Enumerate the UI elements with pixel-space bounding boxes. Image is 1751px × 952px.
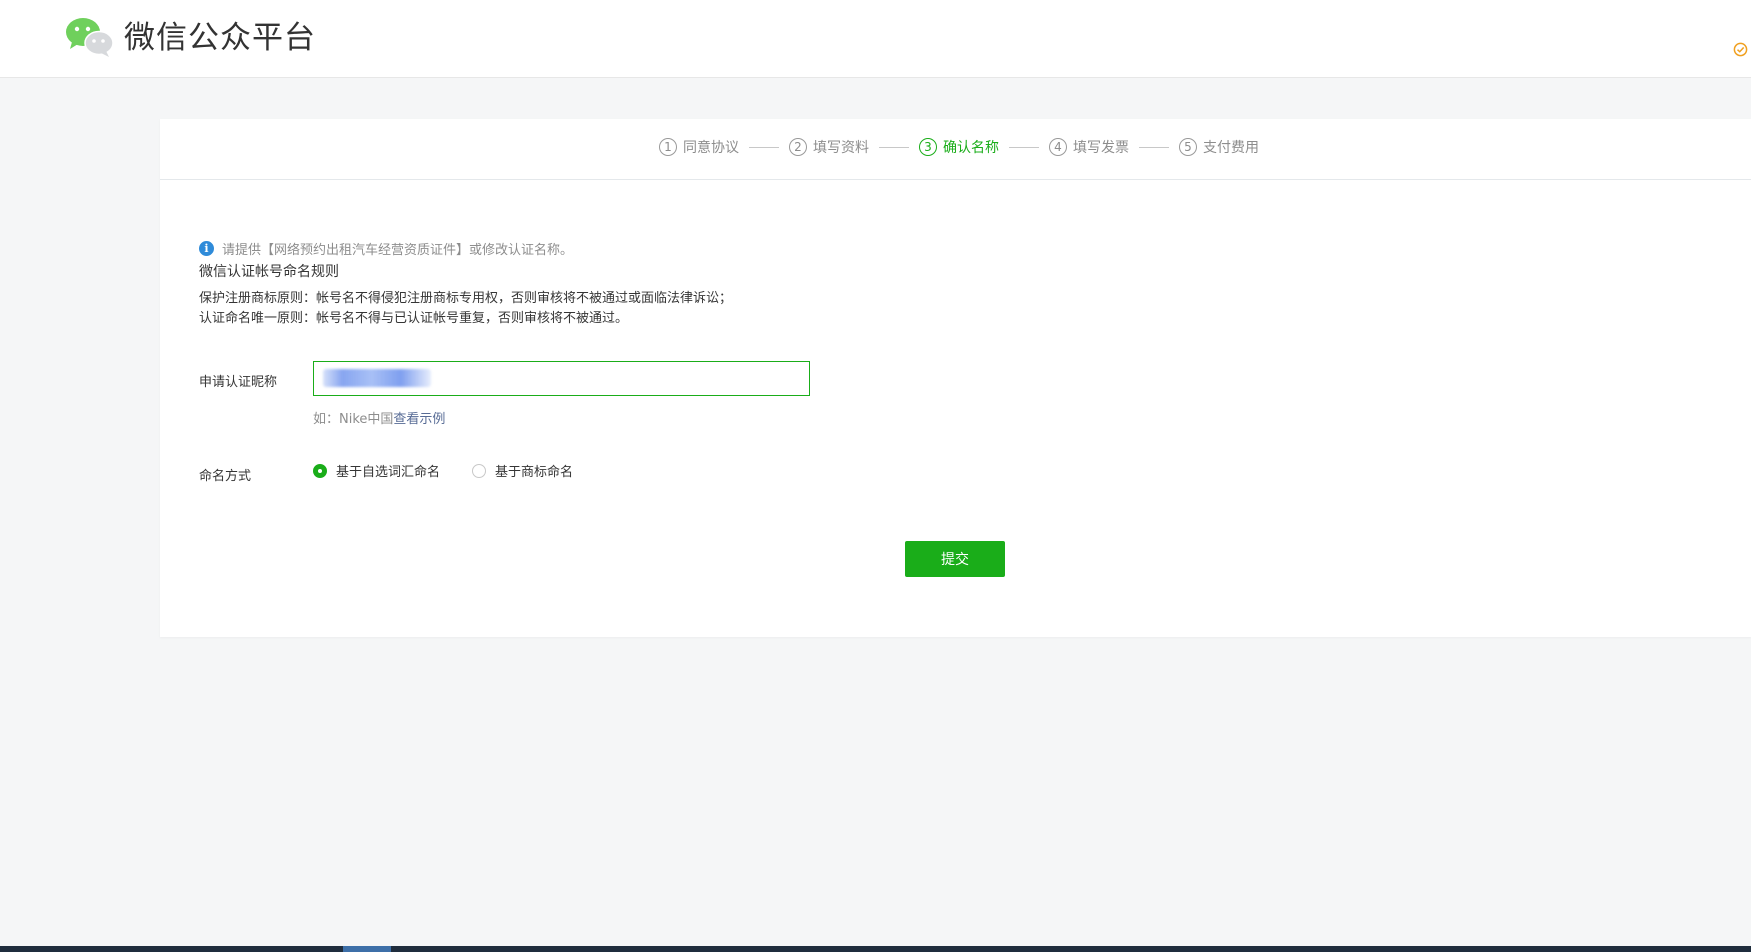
brand-title[interactable]: 微信公众平台 — [124, 19, 316, 57]
step-connector — [749, 146, 779, 148]
view-example-link[interactable]: 查看示例 — [393, 412, 445, 427]
radio-trademark[interactable]: 基于商标命名 — [472, 461, 573, 480]
radio-checked-icon[interactable] — [313, 463, 327, 478]
step-label: 同意协议 — [683, 140, 739, 156]
steps-bar: 1 同意协议 2 填写资料 3 确认名称 4 填写发票 5 支付费用 — [160, 119, 1751, 180]
rules-title: 微信认证帐号命名规则 — [199, 264, 339, 280]
naming-method-radio-group: 基于自选词汇命名 基于商标命名 — [313, 461, 605, 480]
step-pay-fee: 5 支付费用 — [1179, 137, 1259, 157]
main-card: 1 同意协议 2 填写资料 3 确认名称 4 填写发票 5 支付费用 i 请提供… — [160, 119, 1751, 637]
step-number: 1 — [659, 138, 677, 156]
step-number: 4 — [1049, 138, 1067, 156]
step-confirm-name: 3 确认名称 — [919, 137, 999, 157]
step-number: 2 — [789, 138, 807, 156]
step-fill-invoice: 4 填写发票 — [1049, 137, 1129, 157]
radio-label: 基于自选词汇命名 — [336, 465, 441, 480]
notice-text: 请提供【网络预约出租汽车经营资质证件】或修改认证名称。 — [222, 243, 574, 258]
check-circle-icon[interactable] — [1733, 42, 1748, 57]
radio-unchecked-icon[interactable] — [472, 463, 487, 478]
step-label: 填写资料 — [813, 140, 869, 156]
progress-steps: 1 同意协议 2 填写资料 3 确认名称 4 填写发票 5 支付费用 — [659, 137, 1259, 157]
step-label: 填写发票 — [1073, 140, 1129, 156]
top-header: 微信公众平台 — [0, 0, 1751, 78]
nickname-label: 申请认证昵称 — [199, 375, 278, 390]
step-connector — [1009, 146, 1039, 148]
step-label: 确认名称 — [943, 140, 999, 156]
rule-line-trademark: 保护注册商标原则：帐号名不得侵犯注册商标专用权，否则审核将不被通过或面临法律诉讼… — [199, 291, 733, 306]
naming-method-label: 命名方式 — [199, 469, 252, 484]
nickname-hint: 如：Nike中国查看示例 — [313, 408, 445, 427]
radio-label: 基于商标命名 — [495, 465, 574, 480]
info-icon: i — [199, 241, 214, 256]
notice-message: i 请提供【网络预约出租汽车经营资质证件】或修改认证名称。 — [199, 239, 573, 258]
taskbar-active-item[interactable] — [343, 946, 391, 952]
hint-example: 如：Nike中国 — [313, 412, 394, 427]
step-fill-info: 2 填写资料 — [789, 137, 869, 157]
radio-custom-words[interactable]: 基于自选词汇命名 — [313, 461, 440, 480]
step-connector — [1139, 146, 1169, 148]
step-connector — [879, 146, 909, 148]
step-number: 3 — [919, 138, 937, 156]
step-number: 5 — [1179, 138, 1197, 156]
step-label: 支付费用 — [1203, 140, 1259, 156]
bottom-taskbar — [0, 946, 1751, 952]
rule-line-unique: 认证命名唯一原则：帐号名不得与已认证帐号重复，否则审核将不被通过。 — [199, 311, 629, 326]
redacted-nickname — [323, 369, 431, 387]
wechat-logo-icon[interactable] — [64, 16, 114, 58]
step-agree-terms: 1 同意协议 — [659, 137, 739, 157]
submit-button[interactable]: 提交 — [905, 541, 1005, 577]
